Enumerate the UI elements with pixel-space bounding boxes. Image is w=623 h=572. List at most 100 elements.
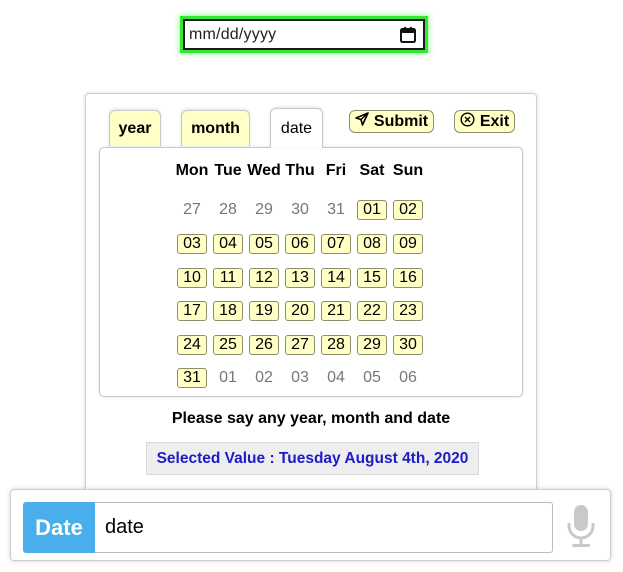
calendar-icon[interactable] (399, 26, 417, 44)
day-chip[interactable]: 02 (393, 200, 423, 221)
tab-year[interactable]: year (109, 110, 161, 146)
day-chip[interactable]: 03 (177, 233, 207, 254)
weekday-header: Thu (285, 162, 315, 179)
calendar-day[interactable]: 18 (210, 294, 246, 328)
day-chip[interactable]: 12 (249, 267, 279, 288)
calendar-day[interactable]: 23 (390, 294, 426, 328)
day-chip[interactable]: 20 (285, 301, 315, 322)
tab-date[interactable]: date (270, 108, 323, 148)
calendar-day[interactable]: 15 (354, 261, 390, 295)
calendar-day[interactable]: 30 (390, 328, 426, 362)
day-chip[interactable]: 16 (393, 267, 423, 288)
calendar-day-outside: 05 (363, 369, 381, 387)
day-chip[interactable]: 08 (357, 233, 387, 254)
calendar-day[interactable]: 28 (318, 328, 354, 362)
day-chip[interactable]: 05 (249, 233, 279, 254)
day-chip[interactable]: 14 (321, 267, 351, 288)
calendar-day-outside: 06 (399, 369, 417, 387)
calendar-day[interactable]: 10 (174, 261, 210, 295)
calendar-day[interactable]: 07 (318, 227, 354, 261)
send-icon (355, 112, 369, 131)
submit-button[interactable]: Submit (349, 110, 434, 133)
calendar-day[interactable]: 21 (318, 294, 354, 328)
calendar-day-outside: 01 (219, 369, 237, 387)
voice-text-input[interactable]: date (95, 502, 553, 553)
calendar-day-outside: 02 (255, 369, 273, 387)
day-chip[interactable]: 19 (249, 301, 279, 322)
day-chip[interactable]: 07 (321, 233, 351, 254)
calendar-day[interactable]: 05 (246, 227, 282, 261)
calendar-day[interactable]: 22 (354, 294, 390, 328)
weekday-header: Fri (325, 162, 347, 179)
day-chip[interactable]: 27 (285, 334, 315, 355)
calendar-day-outside: 31 (327, 201, 345, 219)
calendar-day[interactable]: 19 (246, 294, 282, 328)
calendar-day[interactable]: 27 (282, 328, 318, 362)
weekday-header: Sat (359, 162, 385, 179)
day-chip[interactable]: 09 (393, 233, 423, 254)
date-input-placeholder: mm/dd/yyyy (189, 25, 277, 43)
tab-month[interactable]: month (181, 110, 250, 146)
date-picker-panel: year month date Submit Exit Mon Tue Wed Thu… (85, 93, 537, 513)
calendar-day[interactable]: 29 (354, 328, 390, 362)
calendar-day-outside: 03 (291, 369, 309, 387)
calendar-day-outside: 30 (291, 201, 309, 219)
day-chip[interactable]: 26 (249, 334, 279, 355)
calendar-day[interactable]: 12 (246, 261, 282, 295)
day-chip[interactable]: 24 (177, 334, 207, 355)
exit-label: Exit (479, 112, 510, 130)
calendar-grid: Mon Tue Wed Thu Fri Sat Sun 27 28 29 30 31 01 02 03 04 0… (174, 160, 426, 395)
day-chip[interactable]: 06 (285, 233, 315, 254)
calendar: Mon Tue Wed Thu Fri Sat Sun 27 28 29 30 31 01 02 03 04 0… (99, 147, 523, 397)
calendar-day[interactable]: 26 (246, 328, 282, 362)
calendar-day-outside: 28 (219, 201, 237, 219)
calendar-day[interactable]: 03 (174, 227, 210, 261)
calendar-day-outside: 29 (255, 201, 273, 219)
calendar-day[interactable]: 14 (318, 261, 354, 295)
weekday-header: Sun (392, 162, 424, 179)
day-chip[interactable]: 30 (393, 334, 423, 355)
calendar-day[interactable]: 13 (282, 261, 318, 295)
day-chip[interactable]: 29 (357, 334, 387, 355)
calendar-day[interactable]: 16 (390, 261, 426, 295)
calendar-day[interactable]: 20 (282, 294, 318, 328)
voice-input-bar: Date date (10, 489, 611, 561)
calendar-day[interactable]: 02 (390, 194, 426, 228)
submit-label: Submit (373, 112, 429, 130)
day-chip[interactable]: 21 (321, 301, 351, 322)
day-chip[interactable]: 23 (393, 301, 423, 322)
calendar-day[interactable]: 17 (174, 294, 210, 328)
day-chip[interactable]: 22 (357, 301, 387, 322)
day-chip[interactable]: 17 (177, 301, 207, 322)
date-input[interactable]: mm/dd/yyyy (180, 16, 428, 53)
calendar-day[interactable]: 09 (390, 227, 426, 261)
calendar-day[interactable]: 08 (354, 227, 390, 261)
exit-button[interactable]: Exit (454, 110, 515, 133)
day-chip[interactable]: 25 (213, 334, 243, 355)
calendar-day[interactable]: 25 (210, 328, 246, 362)
day-chip[interactable]: 11 (213, 267, 243, 288)
day-chip[interactable]: 01 (357, 200, 387, 221)
calendar-day-outside: 04 (327, 369, 345, 387)
day-chip[interactable]: 18 (213, 301, 243, 322)
weekday-header: Wed (247, 162, 281, 179)
calendar-day[interactable]: 01 (354, 194, 390, 228)
day-chip[interactable]: 28 (321, 334, 351, 355)
weekday-header: Tue (214, 162, 242, 179)
day-chip[interactable]: 13 (285, 267, 315, 288)
input-label: Date (23, 502, 95, 553)
day-chip[interactable]: 15 (357, 267, 387, 288)
calendar-day[interactable]: 04 (210, 227, 246, 261)
close-circle-icon (460, 111, 475, 132)
weekday-header: Mon (175, 162, 209, 179)
day-chip[interactable]: 10 (177, 267, 207, 288)
selected-value: Selected Value : Tuesday August 4th, 202… (146, 442, 479, 475)
calendar-day[interactable]: 31 (174, 362, 210, 396)
day-chip[interactable]: 31 (177, 368, 207, 389)
day-chip[interactable]: 04 (213, 233, 243, 254)
calendar-day[interactable]: 11 (210, 261, 246, 295)
voice-prompt: Please say any year, month and date (171, 410, 451, 427)
calendar-day[interactable]: 24 (174, 328, 210, 362)
microphone-icon[interactable] (561, 502, 601, 550)
calendar-day[interactable]: 06 (282, 227, 318, 261)
